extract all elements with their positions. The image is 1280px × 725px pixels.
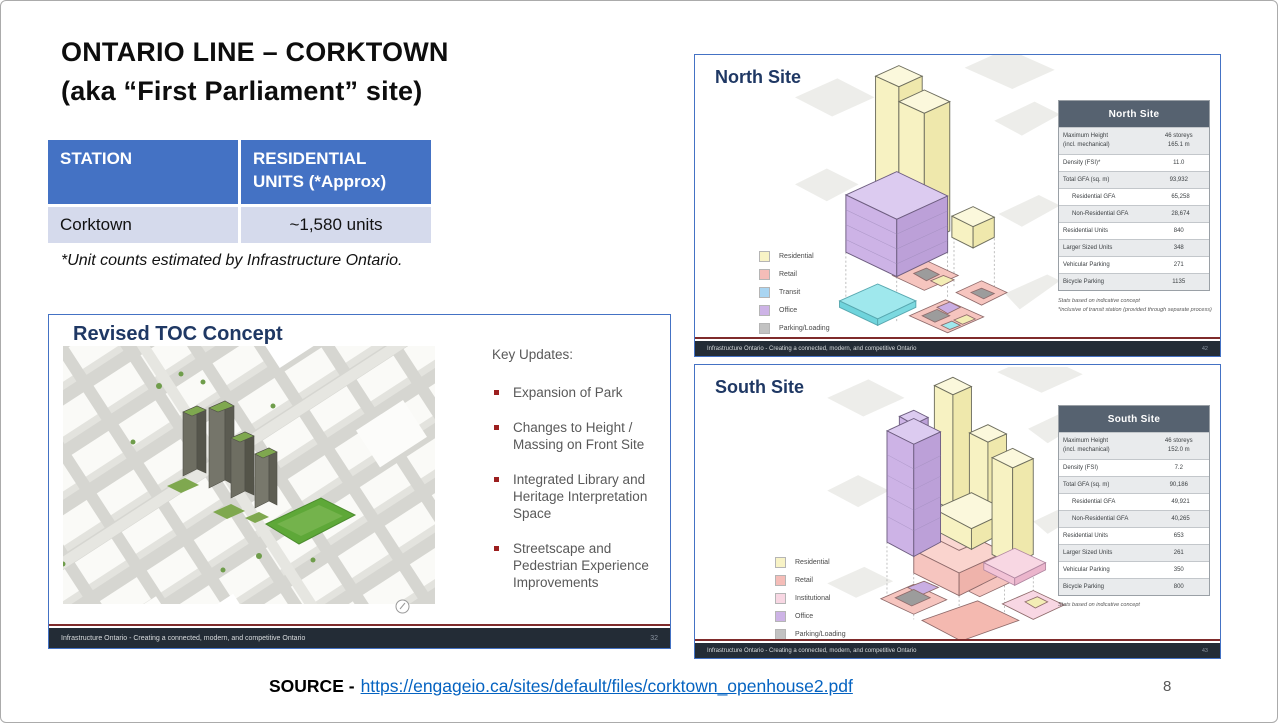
legend-item: Parking/Loading [759, 323, 830, 334]
key-updates-heading: Key Updates: [492, 347, 670, 362]
north-massing-diagram [795, 55, 1060, 337]
slide-page-number: 43 [1202, 648, 1208, 654]
legend-item: Office [775, 611, 846, 622]
stats-row: Non-Residential GFA40,265 [1059, 510, 1209, 527]
station-table-header-units: RESIDENTIAL UNITS (*Approx) [241, 140, 431, 204]
office-swatch [775, 611, 786, 622]
stats-row: Residential Units653 [1059, 527, 1209, 544]
bullet-icon [494, 425, 499, 430]
south-massing-diagram [827, 367, 1085, 641]
toc-concept-slide: Revised TOC Concept [48, 314, 671, 649]
south-legend: Residential Retail Institutional Office … [775, 557, 846, 647]
bullet-icon [494, 477, 499, 482]
source-label: SOURCE - [269, 676, 355, 696]
legend-item: Retail [759, 269, 830, 280]
bullet-icon [494, 390, 499, 395]
slide-canvas: ONTARIO LINE – CORKTOWN (aka “First Parl… [0, 0, 1278, 723]
station-cell: Corktown [48, 207, 238, 243]
stats-table-title: North Site [1059, 101, 1209, 127]
legend-item: Retail [775, 575, 846, 586]
stats-row: Total GFA (sq. m)93,932 [1059, 171, 1209, 188]
retail-swatch [775, 575, 786, 586]
stats-row: Bicycle Parking1135 [1059, 273, 1209, 290]
stats-row: Density (FSI)7.2 [1059, 459, 1209, 476]
stats-notes: Stats based on indicative concept *inclu… [1058, 297, 1212, 316]
north-site-slide: North Site [694, 54, 1221, 357]
stats-row: Residential GFA65,258 [1059, 188, 1209, 205]
legend-item: Office [759, 305, 830, 316]
legend-item: Residential [759, 251, 830, 262]
stats-row: Density (FSI)*11.0 [1059, 154, 1209, 171]
stats-row: Maximum Height(incl. mechanical)46 store… [1059, 127, 1209, 154]
footer-text: Infrastructure Ontario - Creating a conn… [707, 346, 916, 352]
stats-row: Vehicular Parking271 [1059, 256, 1209, 273]
stats-row: Maximum Height(incl. mechanical)46 store… [1059, 432, 1209, 459]
io-footer: Infrastructure Ontario - Creating a conn… [49, 624, 670, 648]
north-legend: Residential Retail Transit Office Parkin… [759, 251, 830, 341]
legend-item: Institutional [775, 593, 846, 604]
transit-swatch [759, 287, 770, 298]
stats-row: Bicycle Parking800 [1059, 578, 1209, 595]
key-updates-list: Expansion of Park Changes to Height / Ma… [492, 384, 670, 591]
slide-page-number: 42 [1202, 346, 1208, 352]
page-title-line2: (aka “First Parliament” site) [61, 72, 449, 111]
legend-item: Transit [759, 287, 830, 298]
slide-page-number: 32 [650, 635, 658, 642]
page-title-line1: ONTARIO LINE – CORKTOWN [61, 33, 449, 72]
stats-row: Non-Residential GFA28,674 [1059, 205, 1209, 222]
north-stats-table: North Site Maximum Height(incl. mechanic… [1058, 100, 1210, 291]
north-slide-title: North Site [715, 67, 801, 88]
bullet-icon [494, 546, 499, 551]
toc-slide-title: Revised TOC Concept [73, 323, 283, 346]
residential-swatch [775, 557, 786, 568]
institutional-swatch [775, 593, 786, 604]
aerial-render-image [63, 346, 435, 604]
legend-item: Residential [775, 557, 846, 568]
south-stats-table: South Site Maximum Height(incl. mechanic… [1058, 405, 1210, 596]
units-footnote: *Unit counts estimated by Infrastructure… [61, 252, 402, 270]
stats-row: Residential GFA49,921 [1059, 493, 1209, 510]
list-item: Expansion of Park [492, 384, 670, 401]
stats-row: Larger Sized Units261 [1059, 544, 1209, 561]
footer-divider [695, 639, 1220, 641]
station-table: STATION RESIDENTIAL UNITS (*Approx) Cork… [48, 140, 431, 243]
footer-text: Infrastructure Ontario - Creating a conn… [707, 648, 916, 654]
aerial-render [63, 346, 435, 604]
residential-swatch [759, 251, 770, 262]
stats-row: Vehicular Parking350 [1059, 561, 1209, 578]
source-link[interactable]: https://engageio.ca/sites/default/files/… [361, 676, 853, 696]
south-site-slide: South Site [694, 364, 1221, 659]
stats-notes: Stats based on indicative concept [1058, 601, 1140, 610]
units-cell: ~1,580 units [241, 207, 431, 243]
io-footer: Infrastructure Ontario - Creating a conn… [695, 337, 1220, 356]
south-slide-title: South Site [715, 377, 804, 398]
page-title: ONTARIO LINE – CORKTOWN (aka “First Parl… [61, 33, 449, 111]
rotate-view-icon [395, 599, 410, 614]
retail-swatch [759, 269, 770, 280]
list-item: Streetscape and Pedestrian Experience Im… [492, 540, 670, 591]
footer-divider [695, 337, 1220, 339]
footer-divider [49, 624, 670, 626]
list-item: Changes to Height / Massing on Front Sit… [492, 419, 670, 453]
page-number: 8 [1163, 678, 1171, 695]
stats-row: Residential Units840 [1059, 222, 1209, 239]
footer-text: Infrastructure Ontario - Creating a conn… [61, 635, 305, 642]
list-item: Integrated Library and Heritage Interpre… [492, 471, 670, 522]
parking-swatch [759, 323, 770, 334]
stats-row: Larger Sized Units348 [1059, 239, 1209, 256]
office-swatch [759, 305, 770, 316]
key-updates-panel: Key Updates: Expansion of Park Changes t… [492, 347, 670, 609]
station-table-header-station: STATION [48, 140, 238, 204]
stats-table-title: South Site [1059, 406, 1209, 432]
stats-row: Total GFA (sq. m)90,186 [1059, 476, 1209, 493]
io-footer: Infrastructure Ontario - Creating a conn… [695, 639, 1220, 658]
source-line: SOURCE - https://engageio.ca/sites/defaul… [269, 676, 853, 697]
